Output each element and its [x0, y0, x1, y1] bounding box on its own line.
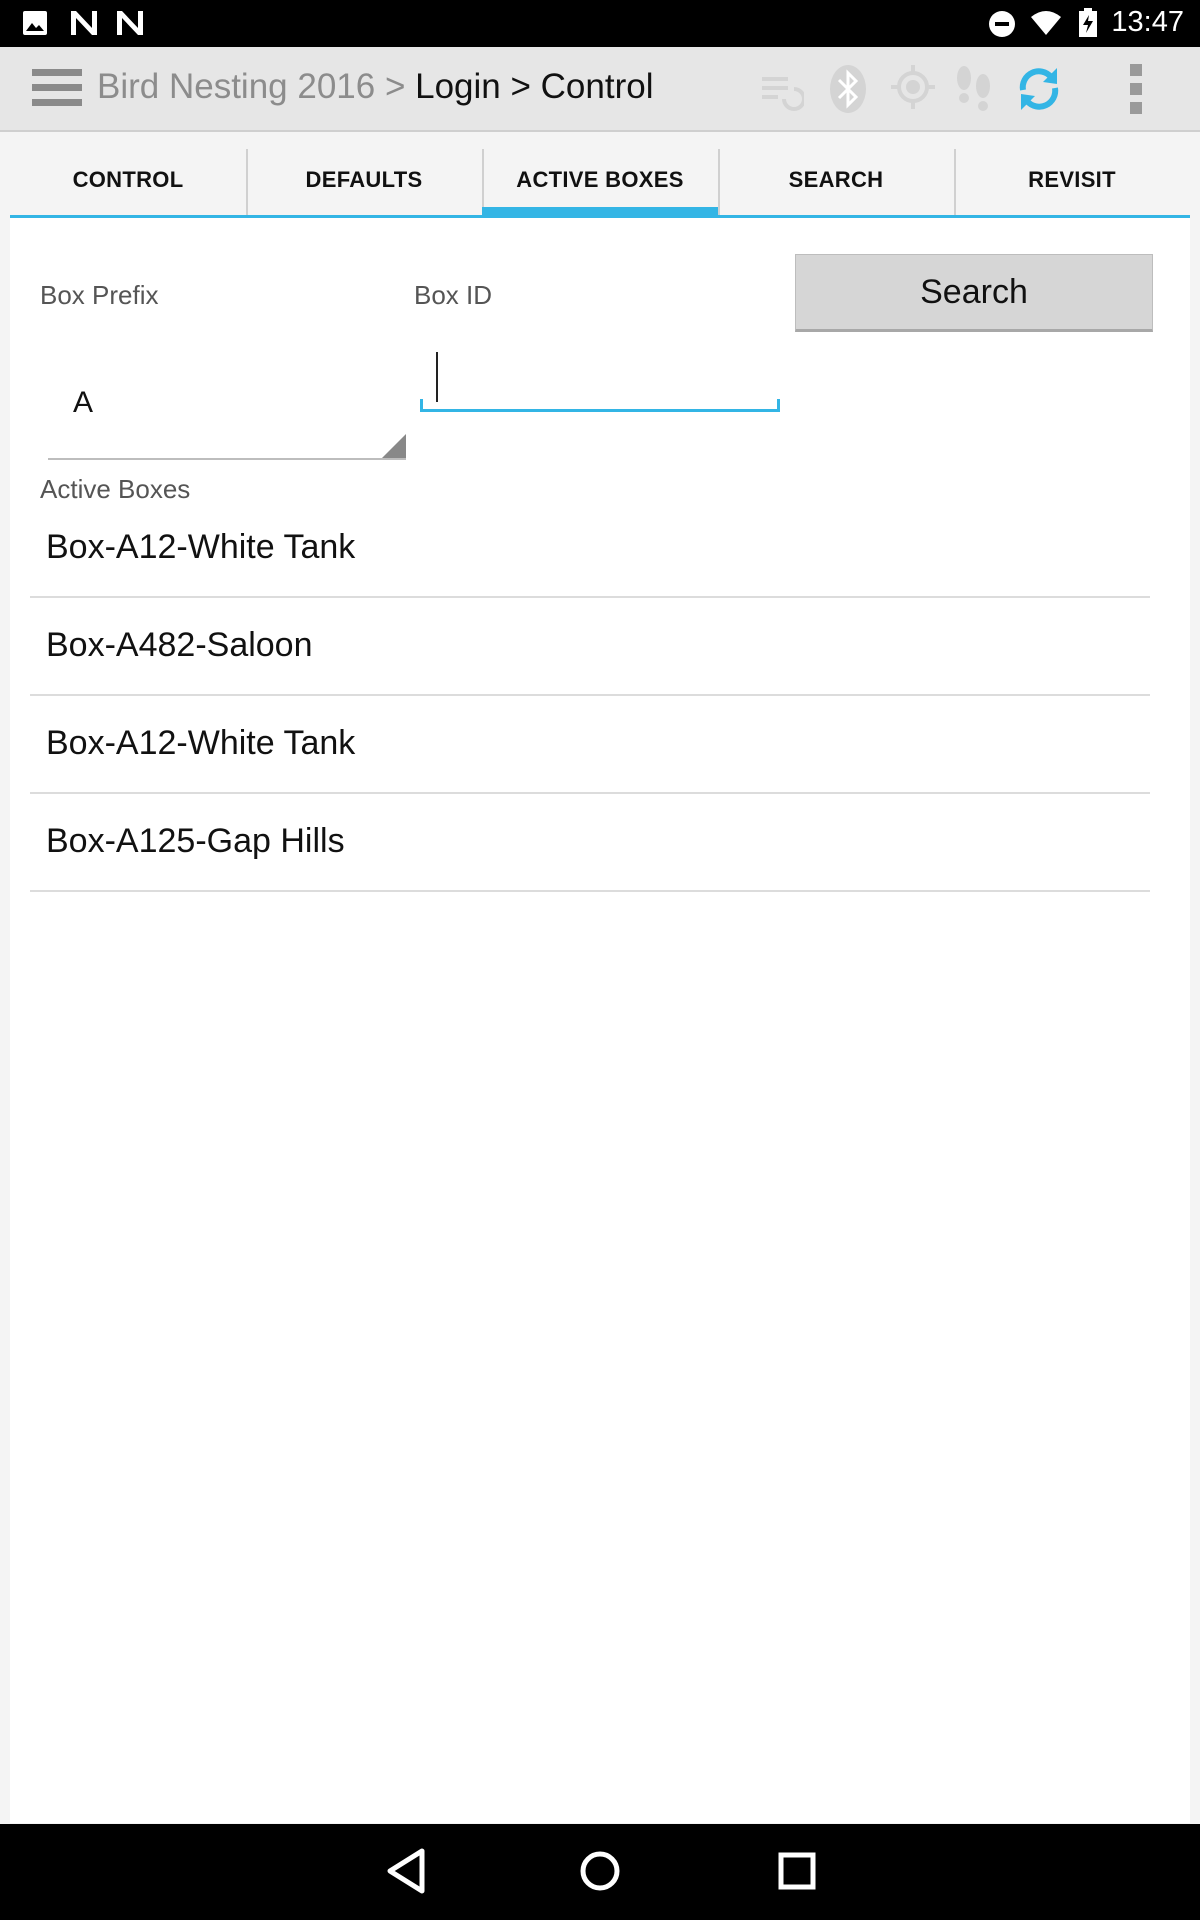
breadcrumb-root[interactable]: Bird Nesting 2016 > [97, 67, 415, 106]
n-notification-icon [117, 11, 143, 35]
tab-bar: CONTROL DEFAULTS ACTIVE BOXES SEARCH REV… [10, 145, 1190, 218]
box-prefix-spinner[interactable]: A [48, 338, 406, 460]
battery-charging-icon [1079, 8, 1097, 37]
n-notification-icon [71, 11, 97, 35]
status-time: 13:47 [1111, 6, 1184, 38]
list-item[interactable]: Box-A482-Saloon [30, 598, 1150, 696]
do-not-disturb-icon [989, 11, 1015, 37]
box-prefix-label: Box Prefix [40, 280, 159, 310]
tab-control[interactable]: CONTROL [10, 145, 246, 215]
overflow-menu-icon[interactable] [1126, 63, 1146, 115]
search-button[interactable]: Search [795, 254, 1153, 332]
sync-list-icon[interactable] [760, 71, 804, 111]
tab-revisit[interactable]: REVISIT [954, 145, 1190, 215]
list-item[interactable]: Box-A125-Gap Hills [30, 794, 1150, 892]
content-panel: Box Prefix Box ID Search A Active Boxes [10, 218, 1190, 1823]
bluetooth-icon[interactable] [828, 64, 868, 114]
menu-icon[interactable] [32, 69, 82, 109]
tab-search[interactable]: SEARCH [718, 145, 954, 215]
box-id-label: Box ID [414, 280, 493, 310]
active-boxes-list: Box-A12-White Tank Box-A482-Saloon Box-A… [30, 500, 1150, 892]
status-bar: 13:47 [0, 0, 1200, 47]
breadcrumb-current: Login > Control [415, 67, 654, 106]
breadcrumb: Bird Nesting 2016 > Login > Control [97, 67, 653, 107]
back-icon[interactable] [384, 1846, 428, 1896]
sync-icon[interactable] [1015, 64, 1063, 114]
tab-active-boxes[interactable]: ACTIVE BOXES [482, 145, 718, 218]
list-item[interactable]: Box-A12-White Tank [30, 696, 1150, 794]
list-item-label: Box-A12-White Tank [46, 528, 356, 566]
footsteps-icon[interactable] [952, 64, 996, 114]
box-prefix-value: A [73, 386, 94, 419]
home-icon[interactable] [577, 1846, 623, 1896]
list-item[interactable]: Box-A12-White Tank [30, 500, 1150, 598]
image-notification-icon [23, 11, 47, 35]
wifi-icon [1031, 11, 1061, 35]
list-item-label: Box-A12-White Tank [46, 724, 356, 762]
spinner-triangle-icon [382, 434, 406, 458]
tab-defaults[interactable]: DEFAULTS [246, 145, 482, 215]
list-item-label: Box-A125-Gap Hills [46, 822, 345, 860]
gps-icon[interactable] [890, 64, 936, 110]
action-bar: Bird Nesting 2016 > Login > Control [0, 47, 1200, 132]
box-id-input[interactable] [420, 348, 784, 411]
recents-icon[interactable] [776, 1846, 818, 1896]
list-item-label: Box-A482-Saloon [46, 626, 313, 664]
text-cursor [436, 352, 438, 402]
box-id-input-wrap [420, 348, 784, 412]
navigation-bar [0, 1824, 1200, 1920]
